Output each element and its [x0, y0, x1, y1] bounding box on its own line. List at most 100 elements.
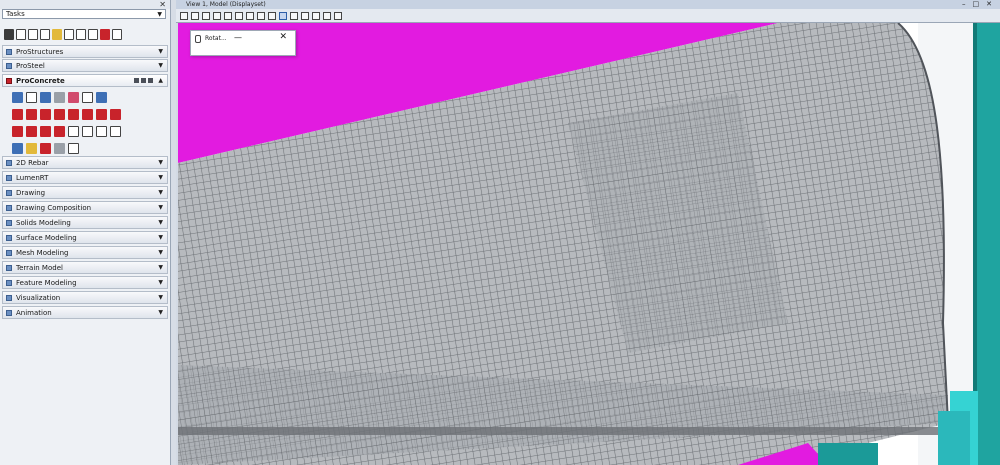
pan-view-icon[interactable] — [268, 11, 276, 20]
section-label: LumenRT — [16, 173, 49, 182]
select-element-icon[interactable] — [4, 28, 14, 40]
section-proconcrete[interactable]: ProConcrete ▲ — [2, 74, 168, 87]
section-prostructures[interactable]: ProStructures ▼ — [2, 45, 168, 58]
view-attributes-icon[interactable] — [180, 11, 188, 20]
chevron-down-icon: ▼ — [158, 174, 163, 181]
fence-icon[interactable] — [88, 28, 98, 40]
tool-row — [12, 89, 162, 105]
rebar-detail-icon[interactable] — [26, 142, 37, 154]
zoom-in-icon[interactable] — [213, 11, 221, 20]
feature-modeling-icon — [6, 279, 12, 286]
rotate-element-icon[interactable] — [64, 28, 74, 40]
delete-element-icon[interactable] — [100, 28, 110, 40]
display-style-icon[interactable] — [191, 11, 199, 20]
rebar-mesh-icon[interactable] — [68, 125, 79, 137]
concrete-beam-icon[interactable] — [12, 108, 23, 120]
rebar-connect-icon[interactable] — [40, 142, 51, 154]
rebar-beam-icon[interactable] — [54, 125, 65, 137]
section-mesh-modeling[interactable]: Mesh Modeling ▼ — [2, 246, 168, 259]
section-animation[interactable]: Animation ▼ — [2, 306, 168, 319]
update-view-icon[interactable] — [202, 11, 210, 20]
model-viewport[interactable] — [178, 23, 1000, 465]
rebar-bend-icon[interactable] — [82, 125, 93, 137]
proconcrete-tools — [12, 89, 162, 157]
concrete-wall-icon[interactable] — [26, 108, 37, 120]
section-terrain-model[interactable]: Terrain Model ▼ — [2, 261, 168, 274]
section-solids-modeling[interactable]: Solids Modeling ▼ — [2, 216, 168, 229]
section-label: Drawing — [16, 188, 46, 197]
standard-views-icon[interactable] — [323, 11, 331, 20]
rotate-close-button[interactable]: ✕ — [279, 32, 287, 42]
view-minimize-button[interactable]: – — [962, 0, 966, 8]
tool-row — [12, 140, 162, 156]
rebar-face-icon[interactable] — [26, 125, 37, 137]
section-visualization[interactable]: Visualization ▼ — [2, 291, 168, 304]
tasks-dropdown-value: Tasks — [6, 10, 25, 18]
rebar-table-icon[interactable] — [82, 91, 93, 103]
tasks-dropdown[interactable]: Tasks ▼ — [2, 9, 166, 19]
concrete-shape-icon[interactable] — [40, 91, 51, 103]
prostructures-icon — [6, 48, 12, 55]
concrete-stair-icon[interactable] — [68, 108, 79, 120]
chevron-down-icon: ▼ — [158, 204, 163, 211]
lumenrt-icon — [6, 174, 12, 181]
zoom-out-icon[interactable] — [224, 11, 232, 20]
rotate-minimize-button[interactable]: — — [234, 33, 242, 42]
section-label: Visualization — [16, 293, 61, 302]
chevron-down-icon: ▼ — [158, 189, 163, 196]
section-prosteel[interactable]: ProSteel ▼ — [2, 59, 168, 72]
concrete-footing-icon[interactable] — [54, 108, 65, 120]
surface-modeling-icon — [6, 234, 12, 241]
rebar-shape-icon[interactable] — [12, 125, 23, 137]
place-shape-icon[interactable] — [28, 28, 38, 40]
rebar-schedule-icon[interactable] — [26, 91, 37, 103]
concrete-settings-icon[interactable] — [12, 91, 23, 103]
rebar-settings-icon[interactable] — [54, 142, 65, 154]
view-rotate-active-icon[interactable] — [279, 11, 287, 20]
view-previous-icon[interactable] — [290, 11, 298, 20]
concrete-curved-icon[interactable] — [96, 108, 107, 120]
rebar-hook-icon[interactable] — [96, 125, 107, 137]
section-label: Mesh Modeling — [16, 248, 69, 257]
help-icon[interactable] — [96, 91, 107, 103]
rebar-modify-icon[interactable] — [12, 142, 23, 154]
clip-volume-icon[interactable] — [312, 11, 320, 20]
concrete-column-icon[interactable] — [54, 91, 65, 103]
section-2d-rebar[interactable]: 2D Rebar ▼ — [2, 156, 168, 169]
measure-icon[interactable] — [112, 28, 122, 40]
chevron-down-icon: ▼ — [158, 234, 163, 241]
window-area-icon[interactable] — [235, 11, 243, 20]
concrete-opening-icon[interactable] — [82, 108, 93, 120]
fit-view-icon[interactable] — [246, 11, 254, 20]
chevron-down-icon: ▼ — [158, 219, 163, 226]
section-surface-modeling[interactable]: Surface Modeling ▼ — [2, 231, 168, 244]
view-close-button[interactable]: ✕ — [986, 0, 992, 8]
rebar-stirrup-icon[interactable] — [110, 125, 121, 137]
copy-element-icon[interactable] — [40, 28, 50, 40]
concrete-edit-icon[interactable] — [110, 108, 121, 120]
view-maximize-button[interactable]: □ — [973, 0, 980, 8]
section-label: Surface Modeling — [16, 233, 77, 242]
section-label: ProConcrete — [16, 76, 65, 85]
modify-element-icon[interactable] — [52, 28, 62, 40]
view-mode-icons[interactable] — [134, 78, 153, 83]
tasks-panel-close-button[interactable]: ✕ — [159, 0, 166, 9]
place-line-icon[interactable] — [16, 28, 26, 40]
rebar-column-icon[interactable] — [40, 125, 51, 137]
proconcrete-icon — [6, 77, 12, 84]
rotate-view-icon[interactable] — [257, 11, 265, 20]
teal-base — [818, 443, 878, 465]
scale-element-icon[interactable] — [76, 28, 86, 40]
section-feature-modeling[interactable]: Feature Modeling ▼ — [2, 276, 168, 289]
camera-icon[interactable] — [334, 11, 342, 20]
rebar-list-icon[interactable] — [68, 91, 79, 103]
animation-icon — [6, 309, 12, 316]
chevron-down-icon: ▼ — [158, 62, 163, 69]
section-drawing-composition[interactable]: Drawing Composition ▼ — [2, 201, 168, 214]
section-lumenrt[interactable]: LumenRT ▼ — [2, 171, 168, 184]
view-next-icon[interactable] — [301, 11, 309, 20]
concrete-slab-icon[interactable] — [40, 108, 51, 120]
section-drawing[interactable]: Drawing ▼ — [2, 186, 168, 199]
view-toolbar — [176, 9, 1000, 23]
rebar-report-icon[interactable] — [68, 142, 79, 154]
